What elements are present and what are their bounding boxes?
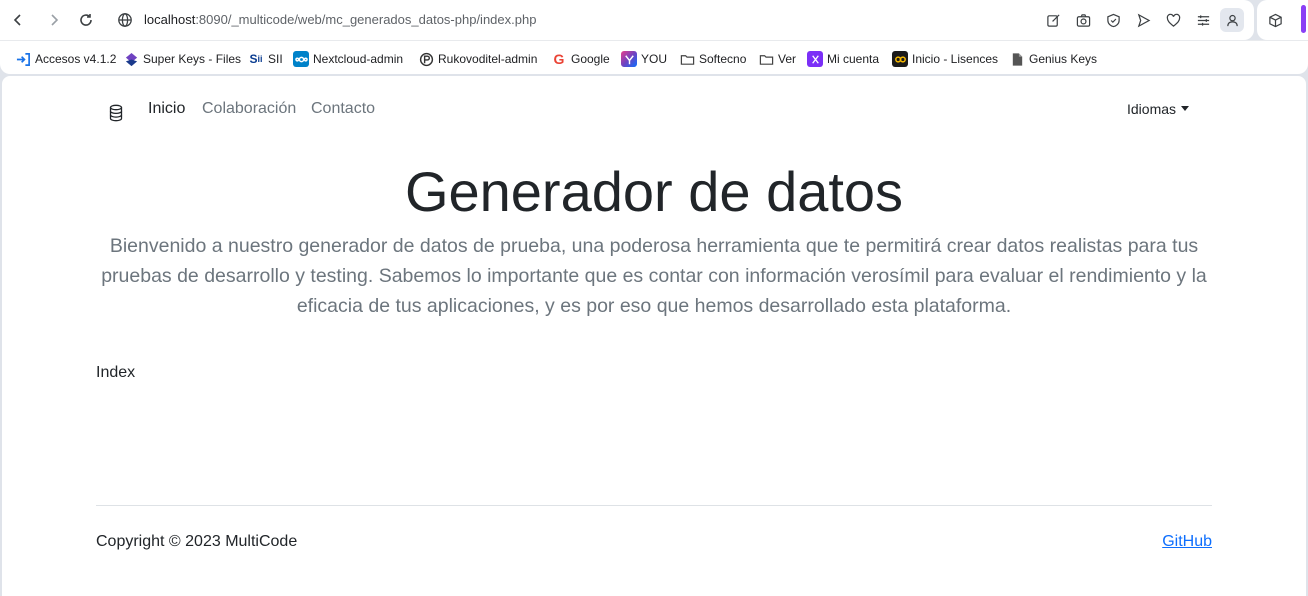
caret-down-icon	[1181, 105, 1190, 111]
bookmark-label: Super Keys - Files	[143, 52, 242, 66]
url-path: :8090/_multicode/web/mc_generados_datos-…	[195, 12, 537, 27]
folder-icon	[758, 51, 774, 67]
bookmark-label: Genius Keys	[1029, 52, 1098, 66]
site-info-icon[interactable]	[113, 8, 137, 32]
nextcloud-icon	[293, 51, 309, 67]
heart-icon[interactable]	[1162, 9, 1184, 31]
sii-icon: Sii	[249, 52, 263, 66]
back-icon[interactable]	[6, 8, 30, 32]
send-icon[interactable]	[1132, 9, 1154, 31]
address-bar-area: localhost:8090/_multicode/web/mc_generad…	[0, 0, 1254, 40]
bookmark-sii[interactable]: Sii SII	[248, 50, 283, 68]
bookmark-inicio-lisences[interactable]: Inicio - Lisences	[892, 50, 998, 68]
bookmark-label: Rukovoditel-admin	[438, 52, 538, 66]
forward-icon[interactable]	[42, 8, 66, 32]
rukovoditel-icon	[418, 51, 434, 67]
shield-icon[interactable]	[1102, 9, 1124, 31]
bookmark-ver[interactable]: Ver	[758, 50, 796, 68]
page-title: Generador de datos	[404, 160, 904, 223]
you-icon	[621, 51, 637, 67]
bookmark-label: Accesos v4.1.2	[35, 52, 117, 66]
web-page: Inicio Colaboración Contacto Idiomas Gen…	[2, 76, 1306, 596]
site-navbar: Inicio Colaboración Contacto Idiomas	[2, 76, 1306, 142]
database-icon[interactable]	[108, 104, 124, 122]
bookmark-super-keys[interactable]: Super Keys - Files	[123, 50, 241, 68]
screenshot-icon[interactable]	[1072, 9, 1094, 31]
google-icon: G	[553, 51, 565, 67]
bookmark-mi-cuenta[interactable]: Mi cuenta	[807, 50, 879, 68]
account-icon	[807, 51, 823, 67]
folder-icon	[679, 51, 695, 67]
url-host: localhost	[144, 12, 196, 27]
footer-copyright: Copyright © 2023 MultiCode	[96, 533, 298, 550]
file-icon	[1009, 51, 1025, 67]
login-icon	[15, 51, 31, 67]
bookmark-label: Mi cuenta	[827, 52, 880, 66]
bookmark-accesos[interactable]: Accesos v4.1.2	[15, 50, 116, 68]
browser-toolbar: localhost:8090/_multicode/web/mc_generad…	[0, 0, 1308, 40]
nav-link-contacto[interactable]: Contacto	[311, 100, 375, 118]
language-dropdown-label: Idiomas	[1127, 101, 1177, 117]
reload-icon[interactable]	[74, 8, 98, 32]
edit-icon[interactable]	[1042, 9, 1064, 31]
bookmark-genius-keys[interactable]: Genius Keys	[1009, 50, 1097, 68]
bookmark-label: Nextcloud-admin	[313, 52, 404, 66]
bookmark-label: YOU	[641, 52, 668, 66]
footer-divider	[96, 505, 1212, 506]
bookmark-label: Ver	[778, 52, 797, 66]
url-text[interactable]: localhost:8090/_multicode/web/mc_generad…	[144, 12, 536, 27]
superkeys-icon	[123, 51, 139, 67]
hero-lead: Bienvenido a nuestro generador de datos …	[101, 235, 1207, 317]
language-dropdown[interactable]: Idiomas	[1127, 101, 1190, 117]
nav-link-colaboracion[interactable]: Colaboración	[202, 100, 296, 118]
bookmark-google[interactable]: G Google	[551, 50, 610, 68]
menu-icon[interactable]	[1192, 9, 1214, 31]
nav-link-inicio[interactable]: Inicio	[148, 100, 185, 118]
bookmark-label: Google	[571, 52, 610, 66]
github-link[interactable]: GitHub	[1162, 533, 1212, 551]
bookmarks-bar: Accesos v4.1.2 Super Keys - Files Sii SII…	[0, 40, 1308, 74]
profile-icon[interactable]	[1220, 8, 1244, 32]
content-text: Index	[96, 364, 136, 381]
bookmark-label: Inicio - Lisences	[912, 52, 999, 66]
lisences-icon	[892, 51, 908, 67]
bookmark-label: Softecno	[699, 52, 747, 66]
bookmark-label: SII	[268, 52, 283, 66]
sidebar-accent-bar	[1301, 5, 1306, 33]
bookmark-you[interactable]: YOU	[621, 50, 667, 68]
bookmark-nextcloud[interactable]: Nextcloud-admin	[293, 50, 403, 68]
extension-icon[interactable]	[1264, 9, 1286, 31]
bookmark-rukovoditel[interactable]: Rukovoditel-admin	[418, 50, 537, 68]
bookmark-softecno[interactable]: Softecno	[679, 50, 746, 68]
